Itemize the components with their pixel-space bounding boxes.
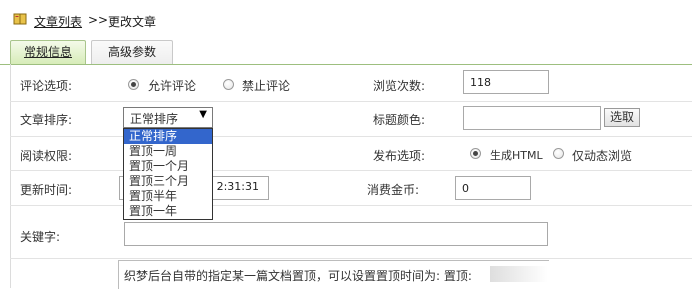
chevron-down-icon: ▼: [199, 109, 207, 120]
breadcrumb-link-article-list[interactable]: 文章列表: [34, 13, 82, 30]
coins-label: 消费金币:: [367, 183, 420, 197]
dynamic-only-label[interactable]: 仅动态浏览: [572, 147, 632, 164]
publish-options-label: 发布选项:: [373, 149, 426, 163]
form-panel: [10, 64, 692, 288]
sort-dropdown-list: 正常排序 置顶一周 置顶一个月 置顶三个月 置顶半年 置顶一年: [123, 128, 213, 220]
breadcrumb-current: 更改文章: [108, 15, 157, 29]
comment-options-label: 评论选项:: [20, 79, 73, 93]
allow-comment-label[interactable]: 允许评论: [148, 77, 196, 94]
tab-advanced-params[interactable]: 高级参数: [91, 40, 173, 64]
read-permission-label: 阅读权限:: [20, 149, 73, 163]
row-divider: [10, 258, 692, 259]
pick-color-button[interactable]: 选取: [604, 108, 640, 127]
forbid-comment-label[interactable]: 禁止评论: [242, 77, 290, 94]
dynamic-only-radio[interactable]: [553, 148, 564, 159]
sort-select[interactable]: 正常排序 ▼: [123, 107, 213, 128]
row-divider: [10, 101, 692, 102]
title-color-label: 标题颜色:: [373, 113, 426, 127]
row-divider: [10, 205, 692, 206]
sort-option[interactable]: 正常排序: [124, 129, 212, 144]
views-label: 浏览次数:: [373, 79, 426, 93]
blurred-region: [490, 266, 548, 282]
book-icon: [13, 13, 27, 25]
breadcrumb-separator: >>: [88, 13, 109, 27]
content-text: 织梦后台自带的指定某一篇文档置顶，可以设置置顶时间为: 置顶:: [124, 269, 472, 283]
generate-html-label[interactable]: 生成HTML: [490, 147, 543, 163]
coins-input[interactable]: [455, 176, 531, 200]
sort-option[interactable]: 置顶一周: [124, 144, 212, 159]
update-time-value: 2:31:31: [216, 180, 259, 193]
keywords-label: 关键字:: [20, 230, 61, 244]
row-divider: [10, 136, 692, 137]
sort-option[interactable]: 置顶一年: [124, 204, 212, 219]
keywords-input[interactable]: [124, 222, 548, 246]
update-time-label: 更新时间:: [20, 183, 73, 197]
sort-selected-value: 正常排序: [130, 112, 179, 126]
title-color-input[interactable]: [463, 106, 601, 130]
allow-comment-radio[interactable]: [128, 79, 139, 90]
sort-option[interactable]: 置顶半年: [124, 189, 212, 204]
sort-option[interactable]: 置顶三个月: [124, 174, 212, 189]
tab-basic-info[interactable]: 常规信息: [10, 40, 86, 64]
views-input[interactable]: [463, 70, 549, 94]
generate-html-radio[interactable]: [470, 148, 481, 159]
row-divider: [10, 170, 692, 171]
sort-option[interactable]: 置顶一个月: [124, 159, 212, 174]
sort-label: 文章排序:: [20, 113, 73, 127]
forbid-comment-radio[interactable]: [223, 79, 234, 90]
